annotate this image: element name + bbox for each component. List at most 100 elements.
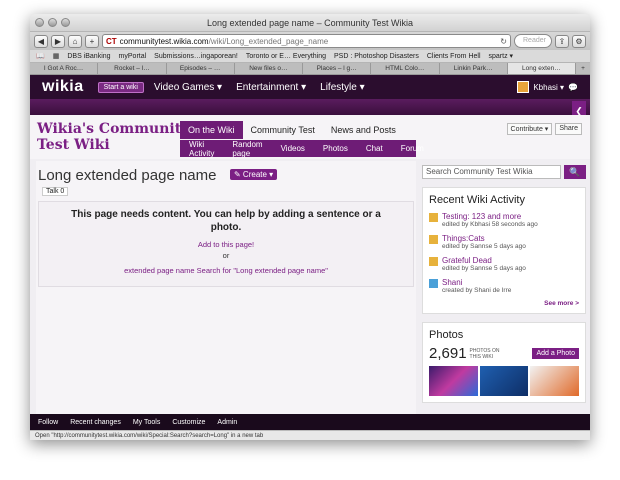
page-title: Long extended page name [38, 167, 217, 184]
add-bookmark-button[interactable]: + [85, 34, 99, 48]
customize-button[interactable]: Customize [172, 419, 205, 426]
contribute-button[interactable]: Contribute ▾ [506, 123, 553, 135]
activity-meta: edited by Sannse 5 days ago [442, 265, 526, 272]
reader-button[interactable]: Reader [514, 34, 552, 48]
search-link[interactable]: extended page name Search for "Long exte… [39, 266, 413, 275]
wiki-tabs: On the Wiki Community Test News and Post… [180, 121, 404, 139]
admin-link[interactable]: Admin [217, 419, 237, 426]
edit-icon [429, 235, 438, 244]
start-wiki-button[interactable]: Start a wiki [97, 81, 144, 93]
wikia-logo[interactable]: wikia [42, 78, 84, 96]
list-item: Things:Cats edited by Sannse 5 days ago [429, 234, 579, 250]
hub-entertainment[interactable]: Entertainment ▾ [236, 82, 306, 93]
activity-title-link[interactable]: Shani [442, 278, 511, 287]
username[interactable]: Kbhasi ▾ [533, 83, 564, 92]
photo-thumbnails [429, 366, 580, 396]
hub-lifestyle[interactable]: Lifestyle ▾ [320, 82, 364, 93]
bookmark-3[interactable]: Submissions…ingaporean! [154, 53, 238, 60]
photo-thumbnail[interactable] [479, 366, 529, 396]
follow-button[interactable]: Follow [38, 419, 58, 426]
browser-tab[interactable]: Linkin Park… [440, 63, 508, 74]
tab-community-test[interactable]: Community Test [243, 121, 323, 139]
notifications-icon[interactable]: 💬 [568, 83, 578, 92]
browser-window: Long extended page name – Community Test… [30, 14, 590, 440]
share-button[interactable]: Share [555, 123, 582, 135]
browser-tab[interactable]: Rocket – l… [98, 63, 167, 74]
bookmark-4[interactable]: Toronto or E… Everything [246, 53, 326, 60]
status-bar: Open "http://communitytest.wikia.com/wik… [30, 430, 590, 440]
back-button[interactable]: ◀ [34, 34, 48, 48]
activity-title-link[interactable]: Things:Cats [442, 234, 526, 243]
search-button[interactable]: 🔍 [564, 165, 586, 179]
list-item: Grateful Dead edited by Sannse 5 days ago [429, 256, 579, 272]
empty-page-notice: This page needs content. You can help by… [38, 201, 414, 287]
subnav-photos[interactable]: Photos [314, 144, 357, 153]
minimize-button[interactable] [48, 18, 57, 27]
edit-icon [429, 257, 438, 266]
wiki-subnav: Wiki Activity Random page Videos Photos … [180, 140, 424, 158]
activity-meta: edited by Kbhasi 58 seconds ago [442, 221, 538, 228]
subnav-videos[interactable]: Videos [272, 144, 314, 153]
activity-title-link[interactable]: Testing: 123 and more [442, 212, 538, 221]
recent-changes-link[interactable]: Recent changes [70, 419, 121, 426]
browser-tab[interactable]: Episodes – … [167, 63, 235, 74]
tab-on-the-wiki[interactable]: On the Wiki [180, 121, 243, 139]
add-photo-button[interactable]: Add a Photo [532, 348, 579, 359]
wiki-banner: ❮ [30, 99, 590, 121]
url-host: communitytest.wikia.com [119, 36, 209, 46]
forward-button[interactable]: ▶ [51, 34, 65, 48]
subnav-chat[interactable]: Chat [357, 144, 392, 153]
search-input[interactable]: Search Community Test Wikia [422, 165, 561, 179]
top-sites-icon[interactable]: ▦ [53, 52, 60, 60]
reload-icon[interactable]: ↻ [500, 37, 507, 46]
see-more-link[interactable]: See more > [429, 300, 579, 307]
list-item: Shani created by Shani de Irre [429, 278, 579, 294]
browser-tab-active[interactable]: Long exten… [507, 63, 576, 74]
new-tab-button[interactable]: + [576, 63, 590, 74]
tab-news-and-posts[interactable]: News and Posts [323, 121, 404, 139]
subnav-random-page[interactable]: Random page [223, 140, 271, 158]
bookmark-2[interactable]: myPortal [119, 53, 147, 60]
subnav-forum[interactable]: Forum [392, 144, 433, 153]
browser-tab[interactable]: Places – l g… [303, 63, 372, 74]
activity-title-link[interactable]: Grateful Dead [442, 256, 526, 265]
activity-meta: edited by Sannse 5 days ago [442, 243, 526, 250]
browser-tab[interactable]: I Got A Roc… [30, 63, 99, 74]
home-icon[interactable]: ⌂ [68, 34, 82, 48]
share-page-icon[interactable]: ⇪ [555, 34, 569, 48]
activity-meta: created by Shani de Irre [442, 287, 512, 294]
browser-tab[interactable]: New files o… [235, 63, 303, 74]
bookmark-6[interactable]: Clients From Hell [427, 53, 481, 60]
list-item: Testing: 123 and more edited by Kbhasi 58… [429, 212, 579, 228]
create-button[interactable]: ✎ Create ▾ [230, 169, 278, 180]
wiki-name[interactable]: Wikia's Community Test Wiki [37, 121, 189, 153]
settings-icon[interactable]: ⚙ [572, 34, 586, 48]
user-menu[interactable]: Kbhasi ▾ 💬 [517, 81, 578, 93]
reading-list-icon[interactable]: 📖 [36, 52, 45, 60]
photo-thumbnail[interactable] [530, 366, 580, 396]
photo-count-label: PHOTOS ON THIS WIKI [469, 347, 500, 360]
photo-count: 2,691 [429, 345, 467, 362]
url-field[interactable]: CT communitytest.wikia.com /wiki/Long_ex… [102, 34, 511, 48]
window-controls[interactable] [35, 18, 70, 27]
photo-thumbnail[interactable] [429, 366, 478, 396]
my-tools-menu[interactable]: My Tools [133, 419, 161, 426]
page-viewport: wikia Start a wiki Video Games ▾ Enterta… [30, 75, 590, 440]
subnav-wiki-activity[interactable]: Wiki Activity [180, 140, 223, 158]
close-button[interactable] [35, 18, 44, 27]
bookmark-1[interactable]: DBS iBanking [67, 53, 110, 60]
add-to-page-link[interactable]: Add to this page! [39, 240, 413, 249]
url-path: /wiki/Long_extended_page_name [208, 36, 329, 46]
empty-page-message: This page needs content. You can help by… [71, 209, 381, 233]
wiki-search: Search Community Test Wikia 🔍 [422, 165, 586, 179]
zoom-button[interactable] [61, 18, 70, 27]
edit-icon [429, 213, 438, 222]
bookmark-7[interactable]: spartz ▾ [489, 52, 514, 60]
wiki-name-line1: Wikia's Community [37, 121, 190, 137]
talk-button[interactable]: Talk 0 [42, 187, 69, 196]
avatar [517, 81, 530, 93]
hub-video-games[interactable]: Video Games ▾ [154, 82, 222, 93]
browser-tab[interactable]: HTML Colo… [371, 63, 440, 74]
activity-title: Recent Wiki Activity [429, 194, 525, 206]
bookmark-5[interactable]: PSD : Photoshop Disasters [334, 53, 419, 60]
